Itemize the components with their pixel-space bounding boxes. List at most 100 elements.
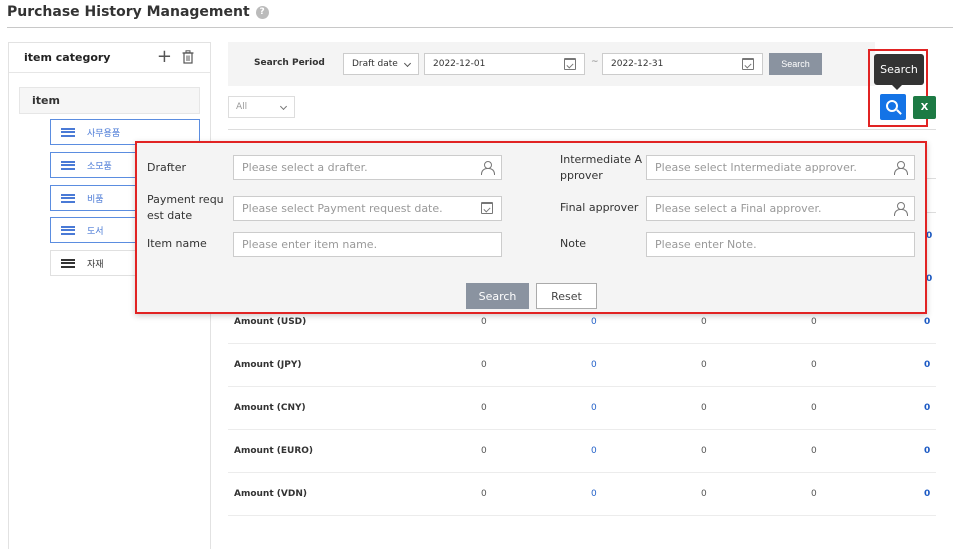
date-type-value: Draft date bbox=[352, 59, 398, 69]
calendar-icon[interactable] bbox=[481, 202, 493, 214]
table-header-divider bbox=[927, 178, 936, 179]
table-cell[interactable]: 0 bbox=[591, 360, 597, 370]
final-approver-field[interactable]: Please select a Final approver. bbox=[646, 196, 915, 221]
table-cell: 0 bbox=[481, 360, 487, 370]
tree-item-label: 자재 bbox=[87, 259, 104, 270]
table-top-divider bbox=[228, 129, 936, 130]
period-search-button[interactable]: Search bbox=[769, 53, 822, 75]
table-cell[interactable]: 0 bbox=[924, 403, 930, 413]
note-input[interactable]: Please enter Note. bbox=[646, 232, 915, 257]
calendar-icon[interactable] bbox=[564, 58, 576, 70]
search-period-label: Search Period bbox=[254, 58, 325, 68]
excel-icon: X bbox=[920, 102, 929, 113]
table-row: Amount (JPY) 0 0 0 0 0 bbox=[228, 344, 936, 387]
table-cell: 0 bbox=[701, 317, 707, 327]
drafter-placeholder: Please select a drafter. bbox=[242, 161, 368, 174]
table-cell[interactable]: 0 bbox=[591, 446, 597, 456]
drag-handle-icon[interactable] bbox=[61, 258, 75, 268]
table-cell[interactable]: 0 bbox=[591, 489, 597, 499]
intermediate-label-line-2: pprover bbox=[560, 169, 603, 182]
category-header: item category + bbox=[9, 43, 210, 73]
table-cell[interactable]: 0 bbox=[924, 446, 930, 456]
drafter-label: Drafter bbox=[147, 161, 187, 174]
advanced-search-button[interactable] bbox=[880, 94, 906, 120]
table-cell[interactable]: 0 bbox=[924, 489, 930, 499]
person-icon[interactable] bbox=[894, 202, 908, 216]
table-cell: 0 bbox=[481, 317, 487, 327]
table-cell[interactable]: 0 bbox=[924, 317, 930, 327]
title-divider bbox=[7, 27, 953, 28]
end-date-value: 2022-12-31 bbox=[611, 59, 664, 69]
person-icon[interactable] bbox=[481, 161, 495, 175]
help-icon[interactable]: ? bbox=[255, 5, 269, 19]
tree-item-label: 소모품 bbox=[87, 161, 112, 172]
excel-export-button[interactable]: X bbox=[913, 96, 936, 119]
payment-request-date-label: Payment requ est date bbox=[147, 192, 224, 224]
payment-request-date-field[interactable]: Please select Payment request date. bbox=[233, 196, 502, 221]
row-label: Amount (CNY) bbox=[234, 403, 306, 413]
search-icon bbox=[886, 100, 898, 112]
calendar-icon[interactable] bbox=[742, 58, 754, 70]
payment-label-line-2: est date bbox=[147, 209, 193, 222]
search-period-bar: Search Period Draft date 2022-12-01 ~ 20… bbox=[228, 42, 875, 86]
advanced-search-reset-button[interactable]: Reset bbox=[536, 283, 597, 309]
table-cell[interactable]: 0 bbox=[591, 403, 597, 413]
intermediate-label-line-1: Intermediate A bbox=[560, 153, 642, 166]
item-name-label: Item name bbox=[147, 237, 207, 250]
table-cell: 0 bbox=[811, 360, 817, 370]
page-title: Purchase History Management ? bbox=[7, 4, 269, 20]
row-label: Amount (JPY) bbox=[234, 360, 302, 370]
advanced-search-panel: Drafter Please select a drafter. Interme… bbox=[135, 141, 927, 314]
intermediate-approver-label: Intermediate A pprover bbox=[560, 152, 642, 184]
search-tooltip: Search bbox=[874, 54, 924, 90]
add-category-icon[interactable]: + bbox=[157, 48, 172, 66]
page-title-text: Purchase History Management bbox=[7, 4, 250, 20]
payment-label-line-1: Payment requ bbox=[147, 193, 224, 206]
tree-root-item[interactable]: item bbox=[19, 87, 200, 114]
table-cell: 0 bbox=[701, 403, 707, 413]
drag-handle-icon[interactable] bbox=[61, 225, 75, 235]
table-cell: 0 bbox=[811, 403, 817, 413]
table-cell: 0 bbox=[701, 489, 707, 499]
person-icon[interactable] bbox=[894, 161, 908, 175]
tree-item-label: 비품 bbox=[87, 194, 104, 205]
row-label: Amount (EURO) bbox=[234, 446, 314, 456]
row-label: Amount (VDN) bbox=[234, 489, 307, 499]
intermediate-approver-field[interactable]: Please select Intermediate approver. bbox=[646, 155, 915, 180]
date-type-select[interactable]: Draft date bbox=[343, 53, 419, 75]
filter-select[interactable]: All bbox=[228, 96, 295, 118]
item-name-input[interactable]: Please enter item name. bbox=[233, 232, 502, 257]
drag-handle-icon[interactable] bbox=[61, 160, 75, 170]
intermediate-placeholder: Please select Intermediate approver. bbox=[655, 161, 857, 174]
date-separator: ~ bbox=[591, 57, 599, 67]
table-cell: 0 bbox=[481, 403, 487, 413]
drafter-field[interactable]: Please select a drafter. bbox=[233, 155, 502, 180]
table-cell[interactable]: 0 bbox=[591, 317, 597, 327]
chevron-down-icon bbox=[279, 102, 288, 111]
drag-handle-icon[interactable] bbox=[61, 193, 75, 203]
tree-item-label: 사무용품 bbox=[87, 128, 121, 139]
filter-select-value: All bbox=[236, 102, 248, 112]
advanced-search-submit-button[interactable]: Search bbox=[466, 283, 529, 309]
payment-placeholder: Please select Payment request date. bbox=[242, 202, 443, 215]
table-row-divider bbox=[927, 212, 936, 213]
start-date-input[interactable]: 2022-12-01 bbox=[424, 53, 585, 75]
delete-category-icon[interactable] bbox=[182, 50, 194, 64]
drag-handle-icon[interactable] bbox=[61, 127, 75, 137]
end-date-input[interactable]: 2022-12-31 bbox=[602, 53, 763, 75]
final-placeholder: Please select a Final approver. bbox=[655, 202, 822, 215]
table-cell: 0 bbox=[811, 317, 817, 327]
note-placeholder: Please enter Note. bbox=[655, 238, 757, 251]
start-date-value: 2022-12-01 bbox=[433, 59, 486, 69]
table-cell[interactable]: 0 bbox=[924, 360, 930, 370]
final-approver-label: Final approver bbox=[560, 201, 639, 214]
table-row: Amount (CNY) 0 0 0 0 0 bbox=[228, 387, 936, 430]
table-cell: 0 bbox=[811, 489, 817, 499]
table-row: Amount (EURO) 0 0 0 0 0 bbox=[228, 430, 936, 473]
row-label: Amount (USD) bbox=[234, 317, 307, 327]
item-name-placeholder: Please enter item name. bbox=[242, 238, 378, 251]
chevron-down-icon bbox=[403, 59, 412, 68]
note-label: Note bbox=[560, 237, 587, 250]
table-cell: 0 bbox=[701, 360, 707, 370]
table-cell: 0 bbox=[481, 446, 487, 456]
